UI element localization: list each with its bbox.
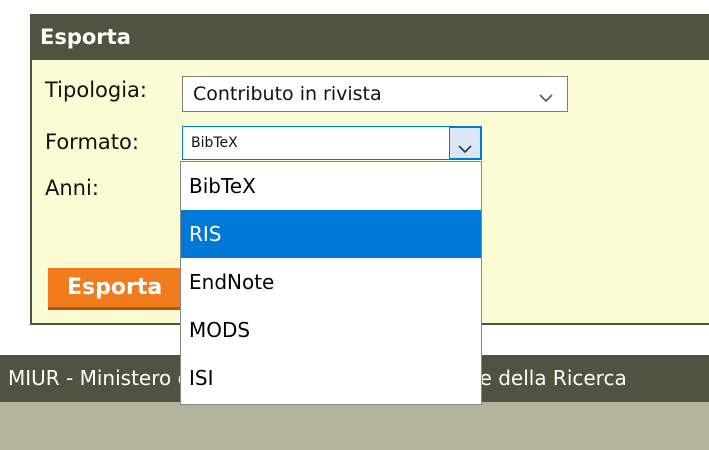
formato-value: BibTeX [191, 135, 238, 151]
formato-dropdown-list: BibTeX RIS EndNote MODS ISI [180, 161, 482, 405]
option-mods[interactable]: MODS [181, 306, 481, 354]
tipologia-select[interactable]: Contributo in rivista [182, 76, 568, 112]
option-bibtex[interactable]: BibTeX [181, 162, 481, 210]
option-isi[interactable]: ISI [181, 354, 481, 402]
option-endnote[interactable]: EndNote [181, 258, 481, 306]
formato-dropdown-button[interactable] [449, 127, 481, 159]
tipologia-label: Tipologia: [45, 78, 147, 102]
panel-title: Esporta [32, 14, 709, 60]
chevron-down-icon [539, 88, 553, 107]
formato-select[interactable]: BibTeX [182, 126, 482, 160]
left-gutter [0, 0, 30, 325]
chevron-down-icon [458, 139, 472, 158]
export-button[interactable]: Esporta [48, 268, 180, 310]
page-bottom [0, 402, 709, 450]
anni-label: Anni: [45, 176, 99, 200]
tipologia-value: Contributo in rivista [193, 83, 382, 105]
option-ris[interactable]: RIS [181, 210, 481, 258]
formato-label: Formato: [45, 130, 139, 154]
